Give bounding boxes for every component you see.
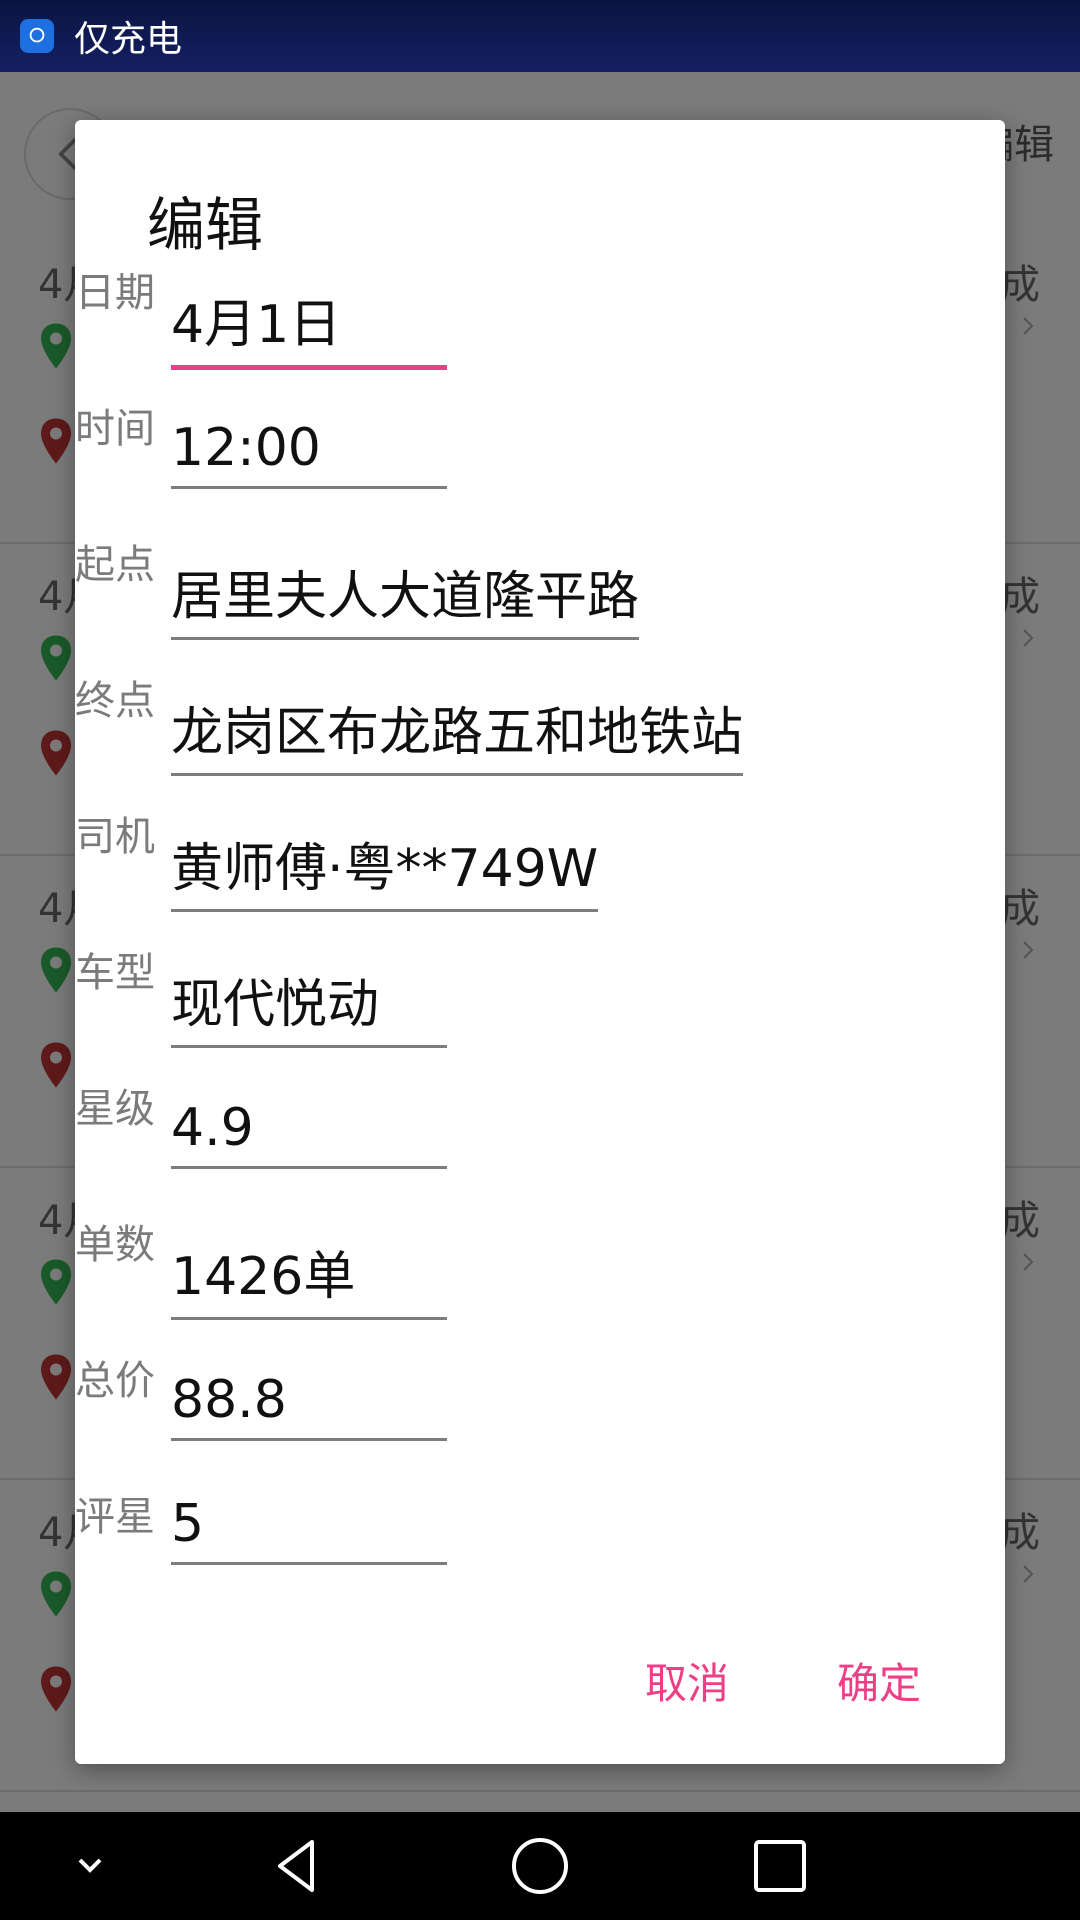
chevron-right-icon — [1023, 941, 1034, 959]
cancel-button[interactable]: 取消 — [645, 1650, 729, 1711]
start-point-input[interactable]: 居里夫人大道隆平路 — [171, 554, 640, 640]
field-label: 起点 — [75, 542, 155, 588]
driver-field: 司机 黄师傅·粤**749W — [75, 804, 1005, 934]
recents-square-icon[interactable] — [748, 1834, 812, 1898]
rating-input[interactable]: 5 — [171, 1494, 447, 1565]
total-price-field: 总价 88.8 — [75, 1348, 1005, 1478]
end-location-pin-icon — [41, 1354, 71, 1400]
chevron-right-icon — [1023, 1253, 1034, 1271]
dialog-actions: 取消 确定 — [645, 1650, 921, 1711]
car-model-field: 车型 现代悦动 — [75, 940, 1005, 1070]
end-point-field: 终点 龙岗区布龙路五和地铁站 — [75, 668, 1005, 798]
list-item-status: 成 — [1000, 574, 1040, 620]
list-item-status: 成 — [1000, 886, 1040, 932]
start-location-pin-icon — [41, 1259, 71, 1305]
chevron-right-icon — [1023, 317, 1034, 335]
field-label: 司机 — [75, 814, 155, 860]
chevron-down-icon[interactable] — [58, 1834, 122, 1898]
start-location-pin-icon — [41, 323, 71, 369]
field-label: 日期 — [75, 270, 155, 316]
end-point-input[interactable]: 龙岗区布龙路五和地铁站 — [171, 690, 744, 776]
chevron-right-icon — [1023, 629, 1034, 647]
order-count-field: 单数 1426单 — [75, 1212, 1005, 1342]
navigation-bar — [0, 1812, 1080, 1920]
confirm-button[interactable]: 确定 — [837, 1650, 921, 1711]
back-triangle-icon[interactable] — [266, 1834, 330, 1898]
chevron-right-icon — [1023, 1565, 1034, 1583]
star-level-field: 星级 4.9 — [75, 1076, 1005, 1206]
start-location-pin-icon — [41, 947, 71, 993]
list-item-status: 成 — [1000, 1198, 1040, 1244]
start-location-pin-icon — [41, 1571, 71, 1617]
list-item-status: 成 — [1000, 262, 1040, 308]
dialog-title: 编辑 — [147, 191, 264, 259]
rating-field: 评星 5 — [75, 1484, 1005, 1614]
date-input[interactable]: 4月1日 — [171, 282, 447, 370]
field-label: 星级 — [75, 1086, 155, 1132]
driver-input[interactable]: 黄师傅·粤**749W — [171, 826, 599, 912]
field-label: 评星 — [75, 1494, 155, 1540]
status-bar: 仅充电 — [0, 0, 1080, 72]
start-location-pin-icon — [41, 635, 71, 681]
status-bar-text: 仅充电 — [74, 19, 183, 60]
edit-dialog: 编辑 日期 4月1日 时间 12:00 起点 居里夫人大道隆平路 终点 龙岗区布… — [75, 120, 1005, 1764]
home-circle-icon[interactable] — [508, 1834, 572, 1898]
start-point-field: 起点 居里夫人大道隆平路 — [75, 532, 1005, 662]
end-location-pin-icon — [41, 1042, 71, 1088]
list-item-status: 成 — [1000, 1510, 1040, 1556]
field-label: 总价 — [75, 1358, 155, 1404]
field-label: 终点 — [75, 678, 155, 724]
field-label: 时间 — [75, 406, 155, 452]
date-field: 日期 4月1日 — [75, 260, 1005, 390]
car-model-input[interactable]: 现代悦动 — [171, 962, 447, 1048]
star-level-input[interactable]: 4.9 — [171, 1098, 447, 1169]
total-price-input[interactable]: 88.8 — [171, 1370, 447, 1441]
end-location-pin-icon — [41, 418, 71, 464]
field-label: 车型 — [75, 950, 155, 996]
field-label: 单数 — [75, 1222, 155, 1268]
time-field: 时间 12:00 — [75, 396, 1005, 526]
end-location-pin-icon — [41, 1666, 71, 1712]
order-count-input[interactable]: 1426单 — [171, 1234, 447, 1320]
time-input[interactable]: 12:00 — [171, 418, 447, 489]
end-location-pin-icon — [41, 730, 71, 776]
chat-bubble-icon — [20, 19, 54, 53]
